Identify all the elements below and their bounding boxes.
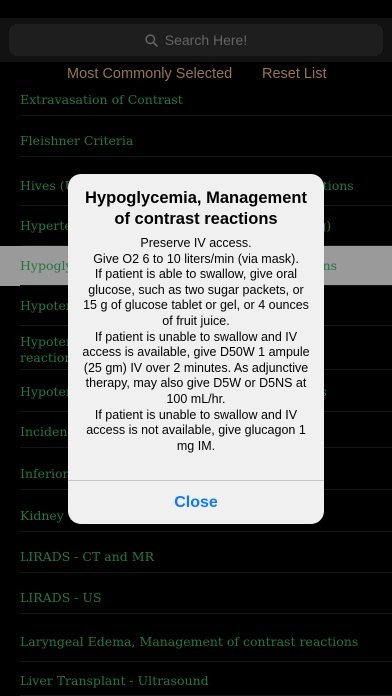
alert-dialog: Hypoglycemia, Management of contrast rea… xyxy=(68,174,324,524)
dialog-title: Hypoglycemia, Management of contrast rea… xyxy=(85,189,307,228)
close-button[interactable]: Close xyxy=(68,481,324,524)
dialog-message: Preserve IV access. Give O2 6 to 10 lite… xyxy=(82,236,310,453)
